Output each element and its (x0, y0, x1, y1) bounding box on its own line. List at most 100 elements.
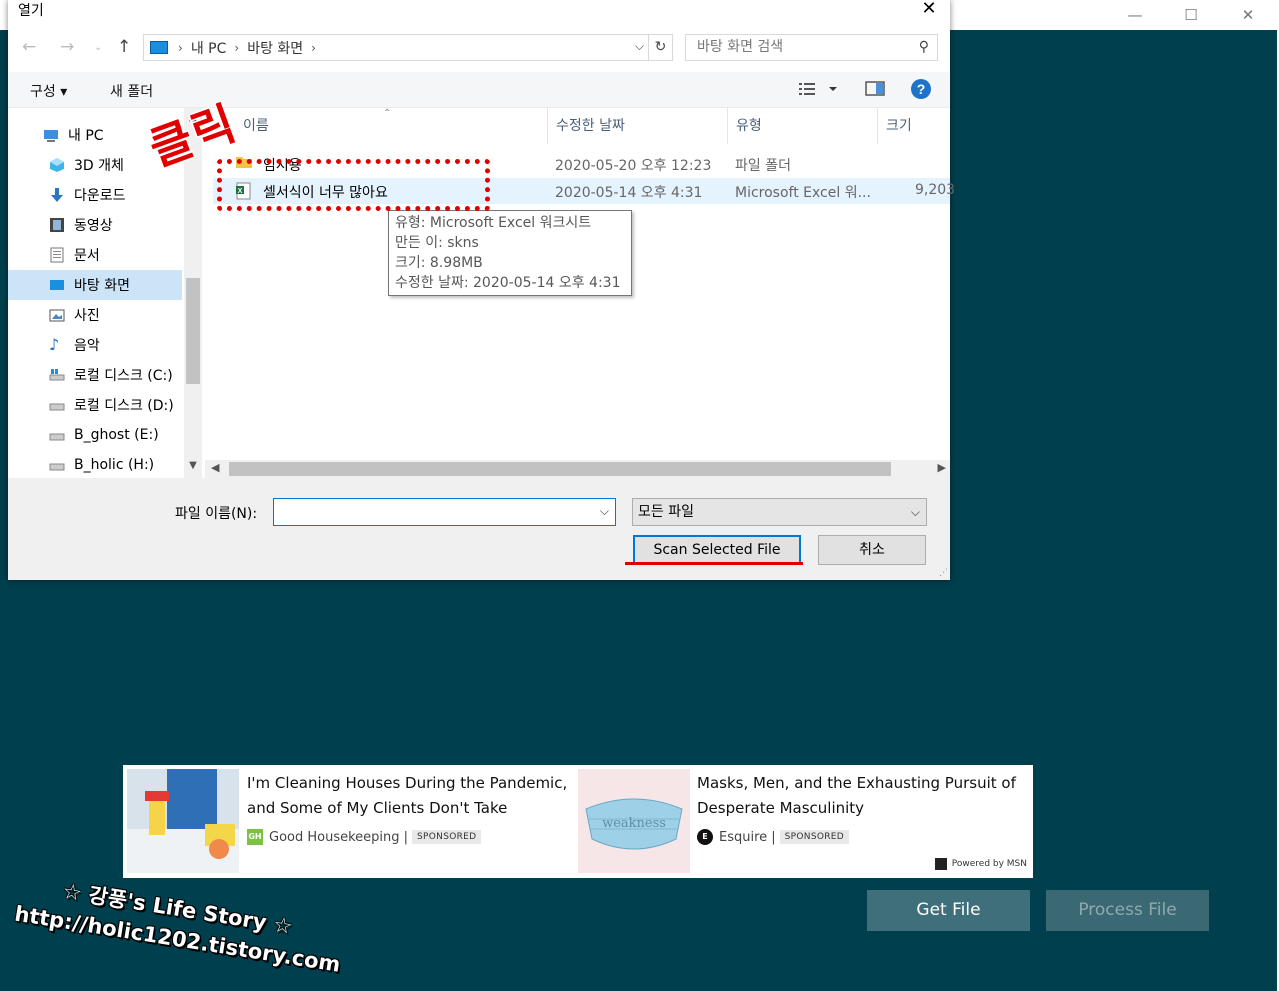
sidebar-scroll-thumb[interactable] (186, 278, 200, 384)
organize-menu[interactable]: 구성 ▾ (30, 81, 67, 101)
dialog-title: 열기 (18, 3, 44, 19)
ad-source-name: Esquire | (719, 829, 776, 845)
maximize-icon[interactable]: ☐ (1168, 2, 1214, 28)
sidebar-item-label: 내 PC (68, 128, 104, 144)
file-type: 파일 폴더 (735, 158, 791, 174)
scroll-left-icon[interactable]: ◀ (211, 461, 219, 474)
horizontal-scroll-thumb[interactable] (229, 462, 891, 476)
sidebar-item-label: B_holic (H:) (74, 457, 155, 473)
search-icon: ⚲ (918, 39, 929, 55)
breadcrumb-pc[interactable]: 내 PC (191, 38, 227, 58)
column-header-type[interactable]: 유형 (728, 108, 878, 144)
forward-arrow-icon[interactable]: → (60, 37, 74, 57)
back-arrow-icon[interactable]: ← (22, 37, 36, 57)
powered-by-msn[interactable]: Powered by MSN (934, 858, 1027, 870)
file-tooltip: 유형: Microsoft Excel 워크시트 만든 이: skns 크기: … (388, 210, 632, 296)
dialog-close-icon[interactable]: ✕ (914, 0, 944, 19)
new-folder-button[interactable]: 새 폴더 (110, 81, 153, 101)
column-header-modified[interactable]: 수정한 날짜 (548, 108, 728, 144)
sidebar-item-drive-e[interactable]: B_ghost (E:) (8, 420, 182, 450)
annotation-highlight-box (217, 159, 490, 211)
minimize-icon[interactable]: — (1112, 2, 1158, 28)
ad-title-2[interactable]: Masks, Men, and the Exhausting Pursuit o… (697, 771, 1027, 821)
tooltip-type: 유형: Microsoft Excel 워크시트 (395, 215, 592, 231)
filename-input[interactable]: ⌵ (273, 498, 616, 526)
resize-grip-icon[interactable]: ⋰ (939, 568, 948, 578)
chevron-right-icon: › (178, 40, 183, 55)
ad-image-cleaning[interactable] (127, 769, 239, 873)
sidebar-item-label: 동영상 (74, 218, 113, 234)
drive-icon (49, 427, 65, 443)
tooltip-size: 크기: 8.98MB (395, 255, 483, 271)
sidebar-item-drive-c[interactable]: 로컬 디스크 (C:) (8, 360, 182, 390)
close-icon[interactable]: ✕ (1225, 2, 1271, 28)
file-type: Microsoft Excel 워... (735, 185, 871, 201)
sort-up-icon: ⌃ (383, 108, 392, 119)
sidebar-item-label: 로컬 디스크 (C:) (74, 368, 173, 384)
cancel-button[interactable]: 취소 (818, 535, 926, 565)
sidebar-item-label: 사진 (74, 308, 100, 324)
pc-icon (43, 127, 59, 143)
scan-selected-file-button[interactable]: Scan Selected File (633, 535, 801, 565)
download-icon (49, 187, 65, 203)
file-modified: 2020-05-20 오후 12:23 (555, 158, 712, 174)
sidebar-item-label: 바탕 화면 (74, 278, 130, 294)
sidebar-item-pictures[interactable]: 사진 (8, 300, 182, 330)
drive-c-icon (49, 367, 65, 383)
scroll-down-icon[interactable]: ▼ (184, 460, 202, 471)
scroll-right-icon[interactable]: ▶ (938, 461, 946, 474)
filetype-value: 모든 파일 (638, 504, 694, 520)
ad-source-1[interactable]: GH Good Housekeeping | SPONSORED (247, 829, 482, 845)
navigation-bar: ← → ⌄ ↑ › 내 PC › 바탕 화면 › ⌵ ↻ 바탕 화면 검색 ⚲ (8, 34, 950, 62)
sidebar-item-documents[interactable]: 문서 (8, 240, 182, 270)
chevron-right-icon: › (311, 40, 316, 55)
toolbar: 구성 ▾ 새 폴더 ? (8, 72, 950, 108)
sidebar-item-desktop[interactable]: 바탕 화면 (8, 270, 182, 300)
address-bar[interactable]: › 내 PC › 바탕 화면 › ⌵ ↻ (143, 34, 673, 61)
refresh-icon[interactable]: ↻ (648, 35, 672, 60)
annotation-underline (625, 562, 803, 565)
ad-image-mask[interactable]: weakness (578, 769, 690, 873)
help-icon[interactable]: ? (910, 78, 932, 104)
sponsored-badge: SPONSORED (412, 830, 482, 844)
get-file-button[interactable]: Get File (867, 890, 1030, 931)
ad-source-2[interactable]: E Esquire | SPONSORED (697, 829, 849, 845)
tooltip-modified: 수정한 날짜: 2020-05-14 오후 4:31 (395, 275, 621, 291)
powered-by-text: Powered by MSN (951, 859, 1027, 869)
recent-chevron-icon[interactable]: ⌄ (94, 42, 102, 53)
chevron-right-icon: › (234, 40, 240, 55)
filename-label: 파일 이름(N): (175, 506, 258, 522)
process-file-button[interactable]: Process File (1046, 890, 1209, 931)
drive-icon (49, 397, 65, 413)
sidebar-item-drive-h[interactable]: B_holic (H:) (8, 450, 182, 478)
sidebar-item-downloads[interactable]: 다운로드 (8, 180, 182, 210)
chevron-down-icon[interactable]: ⌵ (600, 504, 609, 519)
mask-text: weakness (602, 816, 666, 831)
view-options-icon[interactable] (798, 80, 838, 102)
breadcrumb-desktop[interactable]: 바탕 화면 (247, 38, 303, 58)
sidebar-item-music[interactable]: ♪ 음악 (8, 330, 182, 360)
filetype-select[interactable]: 모든 파일 ⌵ (632, 498, 927, 526)
sidebar-item-label: B_ghost (E:) (74, 427, 159, 443)
column-header-name[interactable]: 이름 ⌃ (205, 108, 548, 144)
music-icon: ♪ (49, 335, 60, 354)
sponsored-badge: SPONSORED (779, 830, 849, 844)
sidebar-item-label: 문서 (74, 248, 100, 264)
column-header-size[interactable]: 크기 (878, 108, 950, 144)
chevron-down-icon[interactable]: ⌵ (635, 39, 644, 54)
sidebar-item-drive-d[interactable]: 로컬 디스크 (D:) (8, 390, 182, 420)
preview-pane-icon[interactable] (865, 80, 885, 102)
drive-icon (49, 457, 65, 473)
file-modified: 2020-05-14 오후 4:31 (555, 185, 703, 201)
video-icon (49, 217, 65, 233)
ad-title-1[interactable]: I'm Cleaning Houses During the Pandemic,… (247, 771, 577, 821)
ad-panel: I'm Cleaning Houses During the Pandemic,… (123, 765, 1033, 878)
esquire-logo-icon: E (697, 829, 713, 845)
search-input[interactable]: 바탕 화면 검색 ⚲ (685, 34, 938, 61)
search-placeholder: 바탕 화면 검색 (697, 39, 784, 55)
desktop-icon (49, 277, 65, 293)
cube-icon (49, 157, 65, 173)
horizontal-scrollbar[interactable]: ◀ ▶ (205, 460, 950, 478)
up-arrow-icon[interactable]: ↑ (117, 37, 131, 57)
sidebar-item-videos[interactable]: 동영상 (8, 210, 182, 240)
